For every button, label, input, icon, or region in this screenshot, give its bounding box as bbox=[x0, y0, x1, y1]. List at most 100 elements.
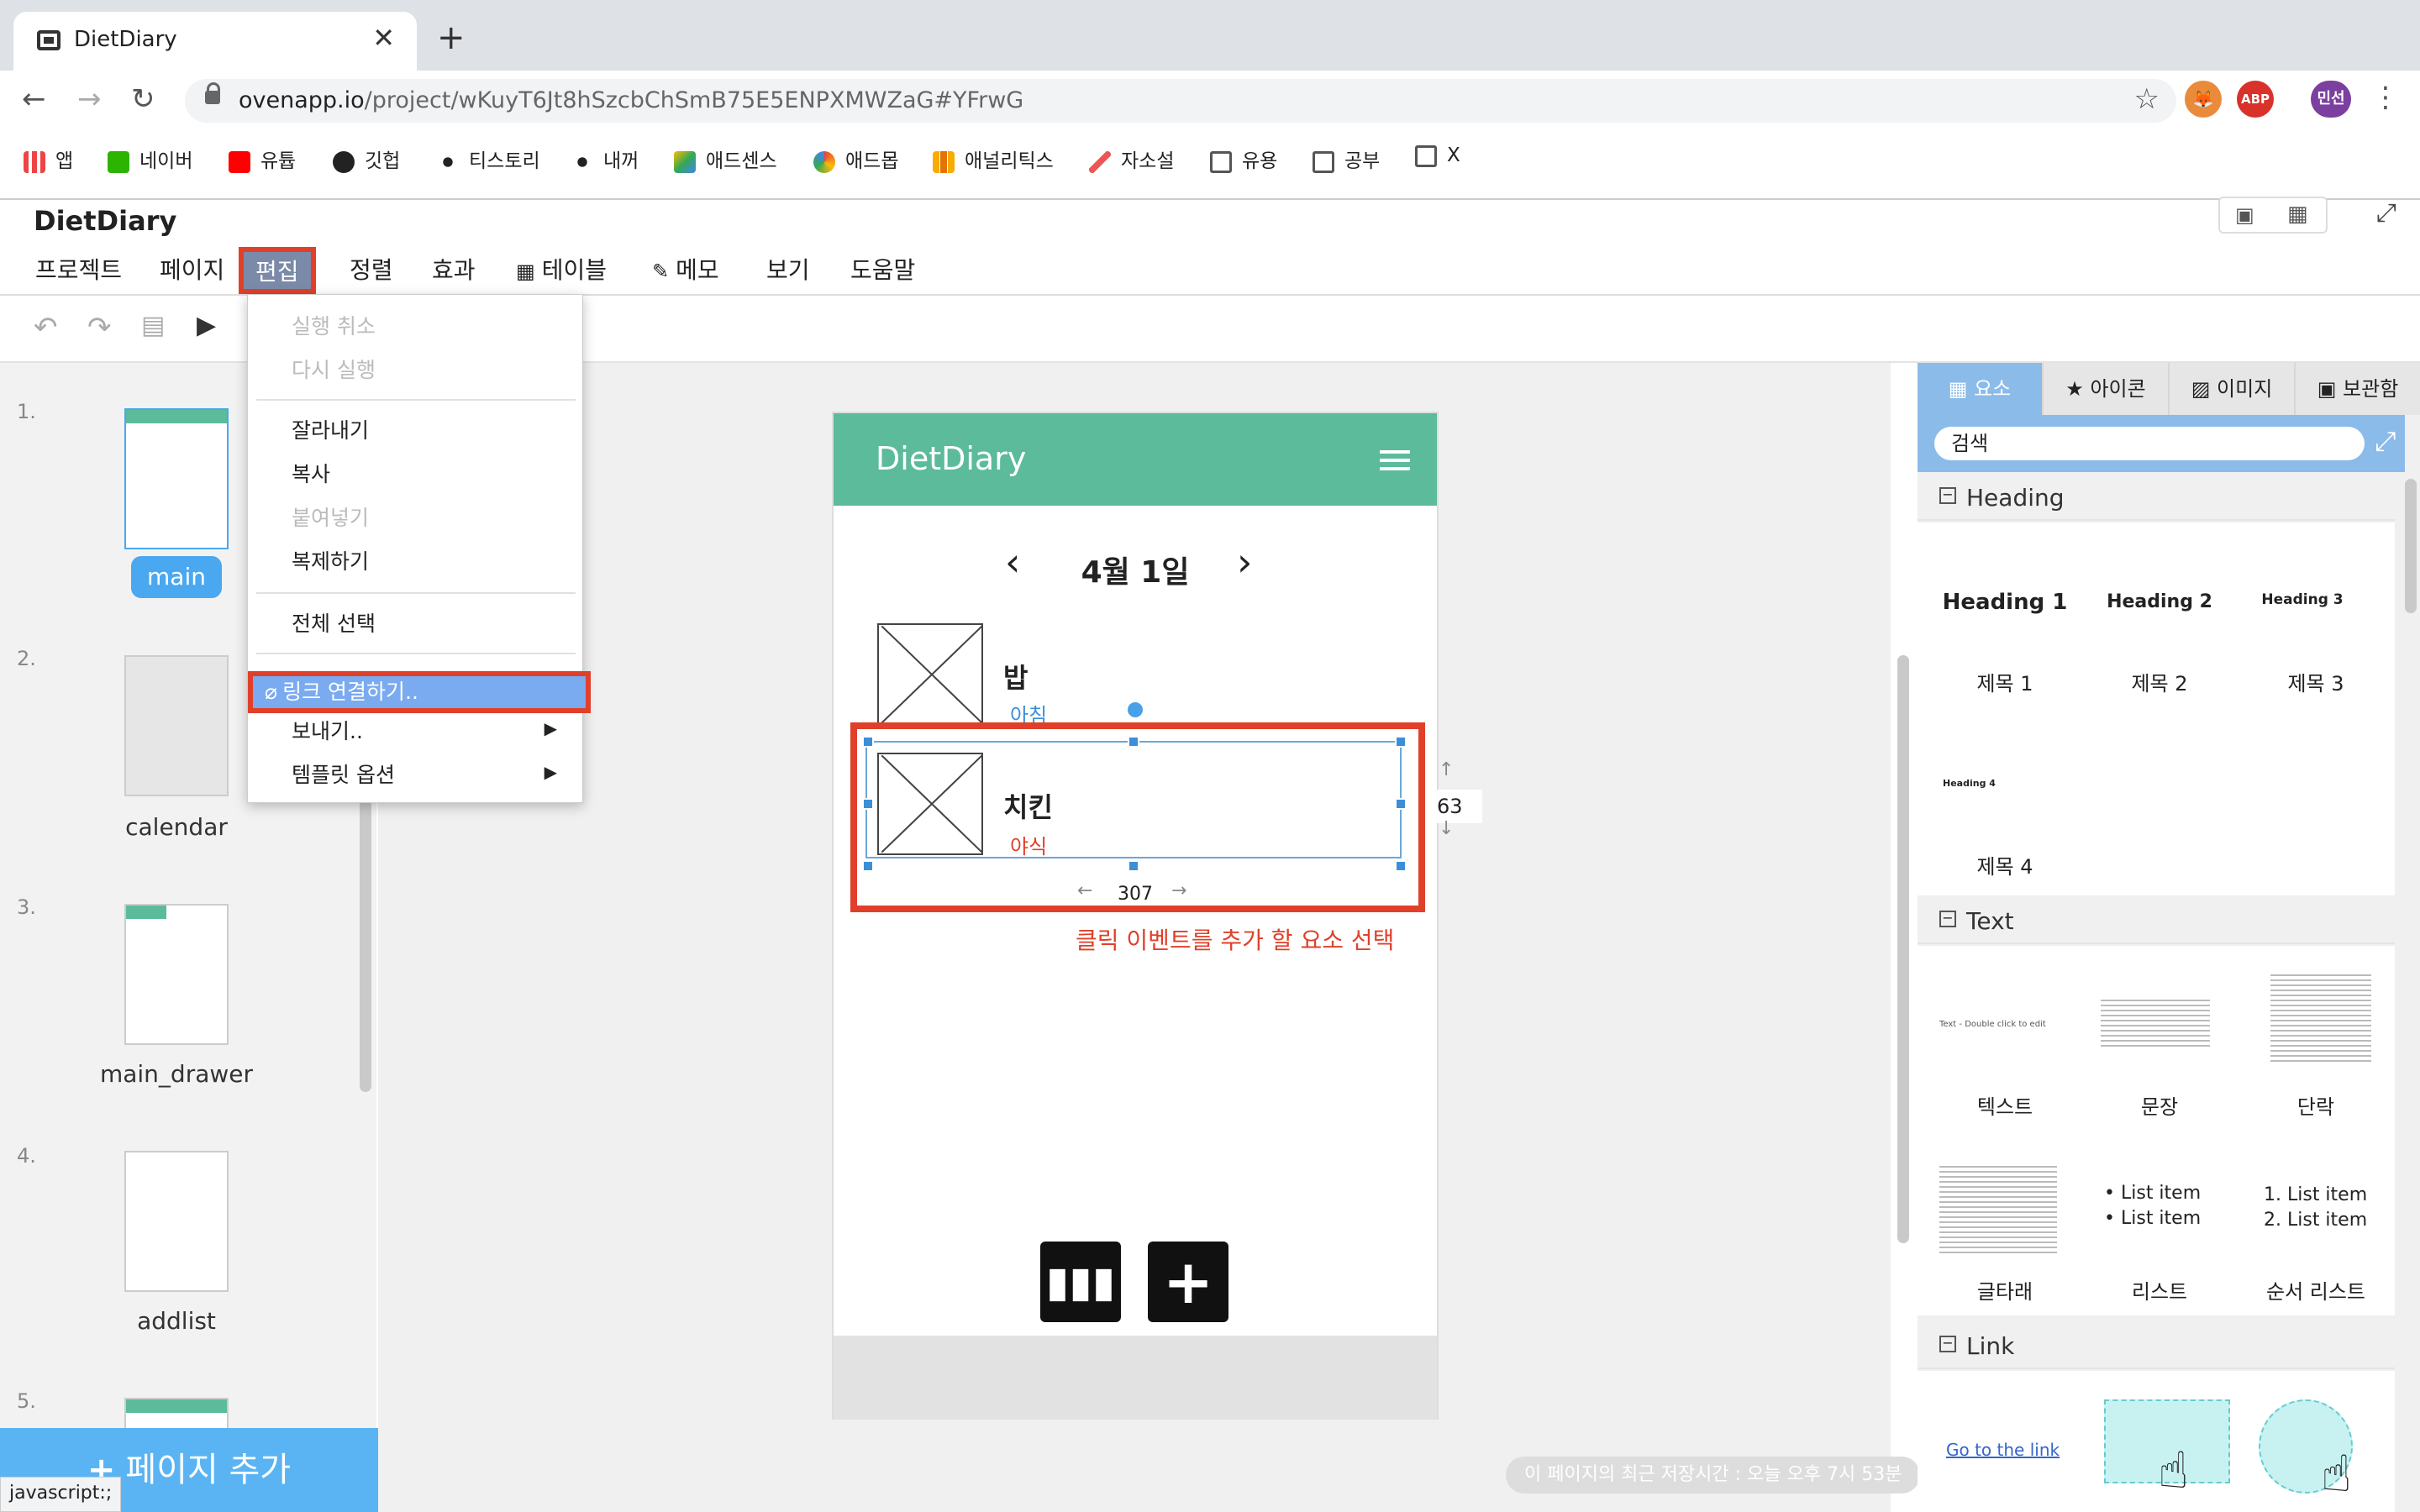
menu-item-duplicate[interactable]: 복제하기 bbox=[292, 545, 369, 575]
forward-icon[interactable]: → bbox=[77, 82, 102, 116]
menu-item-undo[interactable]: 실행 취소 bbox=[292, 310, 376, 340]
grid-icon[interactable]: ▦ bbox=[2287, 202, 2308, 227]
heading-4-preview[interactable]: Heading 4 bbox=[1943, 778, 1996, 789]
collapse-icon[interactable]: − bbox=[1939, 911, 1956, 927]
new-tab-icon[interactable]: + bbox=[437, 18, 466, 57]
page-label[interactable]: calendar bbox=[0, 813, 353, 841]
profile-avatar[interactable]: 민선 bbox=[2311, 81, 2351, 118]
collapse-icon[interactable]: − bbox=[1939, 1336, 1956, 1352]
film-icon[interactable]: ▣ bbox=[2235, 203, 2254, 227]
menu-item-export[interactable]: 보내기.. bbox=[292, 715, 363, 745]
heading-2-label[interactable]: 제목 2 bbox=[2084, 667, 2235, 696]
expand-icon[interactable]: ⤢ bbox=[2375, 425, 2396, 458]
collapse-icon[interactable]: − bbox=[1939, 487, 1956, 504]
resize-handle[interactable] bbox=[862, 736, 874, 748]
bookmark-naver[interactable]: 네이버 bbox=[108, 144, 192, 173]
menu-project[interactable]: 프로젝트 bbox=[35, 252, 122, 286]
bookmark-adsense[interactable]: 애드센스 bbox=[674, 144, 777, 173]
food-name[interactable]: 밥 bbox=[1003, 657, 1028, 696]
bookmark-tistory[interactable]: 티스토리 bbox=[437, 144, 540, 173]
bookmark-folder-x[interactable]: X bbox=[1415, 144, 1460, 167]
menu-align[interactable]: 정렬 bbox=[350, 252, 393, 286]
browser-tab[interactable]: DietDiary ✕ bbox=[13, 12, 417, 71]
menu-effect[interactable]: 효과 bbox=[432, 252, 476, 286]
tab-archive[interactable]: ▣ 보관함 bbox=[2296, 363, 2420, 415]
resize-handle[interactable] bbox=[1128, 736, 1139, 748]
list-preview[interactable]: • List item bbox=[2104, 1208, 2201, 1229]
bookmark-folder-useful[interactable]: 유용 bbox=[1210, 144, 1277, 173]
menu-item-paste[interactable]: 붙여넣기 bbox=[292, 501, 369, 532]
resize-handle[interactable] bbox=[1128, 860, 1139, 872]
play-icon[interactable]: ▶ bbox=[197, 311, 216, 340]
heading-2-preview[interactable]: Heading 2 bbox=[2084, 591, 2235, 612]
bookmark-mine[interactable]: 내꺼 bbox=[571, 144, 639, 173]
selected-element-outline[interactable] bbox=[865, 741, 1402, 858]
section-link[interactable]: − Link bbox=[1918, 1322, 2395, 1369]
menu-memo[interactable]: ✎ 메모 bbox=[652, 252, 719, 286]
reload-icon[interactable]: ↻ bbox=[131, 82, 155, 116]
redo-icon[interactable]: ↷ bbox=[87, 311, 112, 344]
bookmark-apps[interactable]: 앱 bbox=[24, 144, 73, 173]
date-label[interactable]: 4월 1일 bbox=[834, 548, 1437, 591]
page-thumbnail-addlist[interactable] bbox=[124, 1151, 229, 1292]
page-label-selected[interactable]: main bbox=[131, 556, 222, 598]
thread-preview[interactable] bbox=[1939, 1163, 2057, 1255]
text-preview[interactable]: Text - Double click to edit bbox=[1939, 1020, 2046, 1029]
save-icon[interactable]: ▤ bbox=[141, 311, 165, 340]
phone-frame[interactable]: DietDiary ‹ 4월 1일 › 밥 아침 치킨 야식 bbox=[832, 412, 1439, 1420]
menu-page[interactable]: 페이지 bbox=[160, 252, 224, 286]
menu-edit[interactable]: 편집 bbox=[239, 247, 316, 294]
resize-handle[interactable] bbox=[1395, 736, 1407, 748]
stats-button[interactable]: ▮▮▮ bbox=[1040, 1242, 1121, 1322]
heading-1-preview[interactable]: Heading 1 bbox=[1929, 590, 2081, 615]
olist-preview[interactable]: 1. List item bbox=[2264, 1184, 2367, 1205]
back-icon[interactable]: ← bbox=[22, 82, 46, 116]
page-thumbnail-main[interactable] bbox=[124, 408, 229, 549]
menu-item-cut[interactable]: 잘라내기 bbox=[292, 414, 369, 444]
resize-handle[interactable] bbox=[1395, 798, 1407, 810]
page-label[interactable]: addlist bbox=[0, 1307, 353, 1335]
list-preview[interactable]: • List item bbox=[2104, 1183, 2201, 1204]
sentence-preview[interactable] bbox=[2101, 996, 2210, 1047]
phone-header[interactable]: DietDiary bbox=[834, 413, 1437, 506]
food-image-placeholder[interactable] bbox=[877, 623, 983, 726]
view-mode-toggle[interactable]: ▣ ▦ bbox=[2218, 197, 2328, 234]
menu-item-copy[interactable]: 복사 bbox=[292, 458, 330, 488]
bookmark-folder-study[interactable]: 공부 bbox=[1313, 144, 1380, 173]
url-text[interactable]: ovenapp.io/project/wKuyT6Jt8hSzcbChSmB75… bbox=[239, 87, 1023, 113]
link-preview[interactable]: Go to the link bbox=[1946, 1440, 2060, 1460]
bookmark-github[interactable]: 깃헙 bbox=[333, 144, 400, 173]
page-label[interactable]: main_drawer bbox=[0, 1060, 353, 1088]
phone-footer[interactable] bbox=[834, 1336, 1437, 1420]
resize-handle[interactable] bbox=[1395, 860, 1407, 872]
list-label[interactable]: 리스트 bbox=[2084, 1275, 2235, 1305]
olist-label[interactable]: 순서 리스트 bbox=[2240, 1275, 2391, 1305]
rotate-handle[interactable] bbox=[1128, 702, 1143, 717]
bookmark-analytics[interactable]: 애널리틱스 bbox=[933, 144, 1054, 173]
paragraph-label[interactable]: 단락 bbox=[2240, 1090, 2391, 1120]
fullscreen-icon[interactable]: ⤢ bbox=[2376, 198, 2396, 228]
heading-3-label[interactable]: 제목 3 bbox=[2240, 667, 2391, 696]
resize-handle[interactable] bbox=[862, 860, 874, 872]
resize-handle[interactable] bbox=[862, 798, 874, 810]
phone-title[interactable]: DietDiary bbox=[876, 440, 1026, 477]
heading-4-label[interactable]: 제목 4 bbox=[1929, 850, 2081, 879]
close-tab-icon[interactable]: ✕ bbox=[372, 22, 395, 54]
hamburger-menu-icon[interactable] bbox=[1380, 450, 1410, 470]
undo-icon[interactable]: ↶ bbox=[34, 311, 58, 344]
paragraph-preview[interactable] bbox=[2270, 971, 2371, 1063]
heading-1-label[interactable]: 제목 1 bbox=[1929, 667, 2081, 696]
chrome-menu-icon[interactable]: ⋮ bbox=[2371, 81, 2400, 114]
panel-scrollbar[interactable] bbox=[2405, 479, 2417, 613]
tab-elements[interactable]: ▦ 요소 bbox=[1918, 363, 2044, 415]
olist-preview[interactable]: 2. List item bbox=[2264, 1210, 2367, 1231]
menu-view[interactable]: 보기 bbox=[766, 252, 810, 286]
bookmark-admob[interactable]: 애드몹 bbox=[813, 144, 898, 173]
menu-item-select-all[interactable]: 전체 선택 bbox=[292, 607, 376, 638]
section-text[interactable]: − Text bbox=[1918, 897, 2395, 944]
menu-item-redo[interactable]: 다시 실행 bbox=[292, 354, 376, 384]
menu-help[interactable]: 도움말 bbox=[850, 252, 915, 286]
element-search-input[interactable]: 검색 bbox=[1934, 427, 2365, 460]
text-label[interactable]: 텍스트 bbox=[1929, 1090, 2081, 1120]
bookmark-jasoseol[interactable]: 자소설 bbox=[1089, 144, 1174, 173]
